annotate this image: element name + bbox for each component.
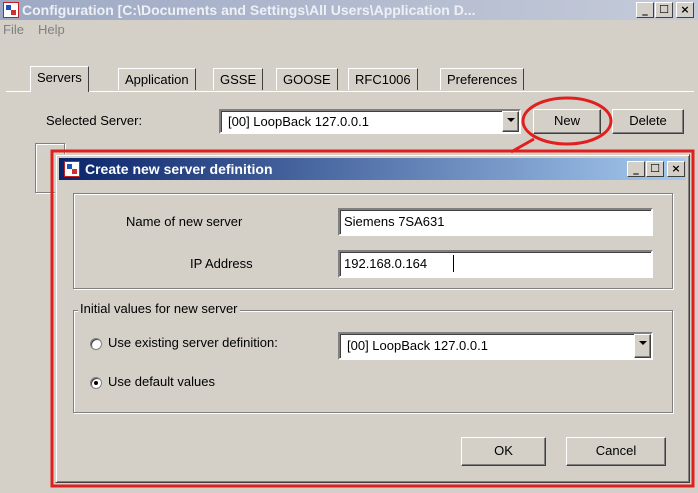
use-default-label[interactable]: Use default values xyxy=(108,374,215,389)
main-maximize-button[interactable]: ☐ xyxy=(655,2,673,18)
main-minimize-button[interactable]: _ xyxy=(636,2,654,18)
main-window-title: Configuration [C:\Documents and Settings… xyxy=(22,2,476,18)
existing-server-value: [00] LoopBack 127.0.0.1 xyxy=(347,338,488,353)
app-icon xyxy=(3,2,19,18)
tab-gsse-label: GSSE xyxy=(220,72,257,87)
ok-button[interactable]: OK xyxy=(461,437,546,466)
tab-rfc1006[interactable]: RFC1006 xyxy=(348,68,418,90)
ip-label: IP Address xyxy=(190,256,253,271)
initial-values-group xyxy=(73,310,673,413)
new-server-button[interactable]: New xyxy=(533,109,601,134)
tab-preferences[interactable]: Preferences xyxy=(440,68,525,90)
dialog-title-bar[interactable]: Create new server definition _ ☐ × xyxy=(59,158,686,180)
dialog-close-button[interactable]: × xyxy=(667,161,685,177)
tab-panel-border xyxy=(6,91,694,92)
tab-rfc1006-label: RFC1006 xyxy=(355,72,411,87)
cancel-button[interactable]: Cancel xyxy=(566,437,666,466)
initial-values-title: Initial values for new server xyxy=(78,301,240,316)
tab-preferences-label: Preferences xyxy=(447,72,518,87)
tab-application-label: Application xyxy=(125,72,189,87)
name-input-value: Siemens 7SA631 xyxy=(344,214,445,229)
name-label: Name of new server xyxy=(126,214,243,229)
main-close-button[interactable]: × xyxy=(676,2,694,18)
use-default-radio[interactable] xyxy=(90,377,102,389)
dialog-maximize-button[interactable]: ☐ xyxy=(646,161,664,177)
tab-goose-label: GOOSE xyxy=(283,72,331,87)
ip-address-input[interactable]: 192.168.0.164 xyxy=(338,250,653,278)
delete-button-label: Delete xyxy=(629,113,667,128)
cancel-button-label: Cancel xyxy=(595,443,637,458)
tab-servers[interactable]: Servers xyxy=(30,66,89,92)
selected-server-label: Selected Server: xyxy=(46,113,143,128)
menu-help[interactable]: Help xyxy=(38,22,65,37)
delete-server-button[interactable]: Delete xyxy=(612,109,684,134)
tab-application[interactable]: Application xyxy=(118,68,196,90)
chevron-down-icon[interactable] xyxy=(634,334,651,358)
tab-goose[interactable]: GOOSE xyxy=(276,68,338,90)
selected-server-dropdown[interactable]: [00] LoopBack 127.0.0.1 xyxy=(219,109,521,134)
ok-button-label: OK xyxy=(494,443,513,458)
menu-file[interactable]: File xyxy=(3,22,24,37)
dialog-app-icon xyxy=(64,161,80,177)
existing-server-dropdown[interactable]: [00] LoopBack 127.0.0.1 xyxy=(338,332,653,360)
chevron-down-icon[interactable] xyxy=(502,111,519,132)
tab-servers-label: Servers xyxy=(37,70,82,85)
create-server-dialog: Create new server definition _ ☐ × Name … xyxy=(55,154,690,483)
menu-bar: File Help xyxy=(0,20,698,40)
ip-address-value: 192.168.0.164 xyxy=(344,256,428,271)
tab-gsse[interactable]: GSSE xyxy=(213,68,264,90)
selected-server-value: [00] LoopBack 127.0.0.1 xyxy=(228,114,369,129)
new-button-label: New xyxy=(553,113,580,128)
dialog-title: Create new server definition xyxy=(85,161,273,177)
name-input[interactable]: Siemens 7SA631 xyxy=(338,208,653,236)
use-existing-radio[interactable] xyxy=(90,338,102,350)
dialog-minimize-button[interactable]: _ xyxy=(627,161,645,177)
text-cursor xyxy=(453,255,454,272)
use-existing-label[interactable]: Use existing server definition: xyxy=(108,335,278,350)
